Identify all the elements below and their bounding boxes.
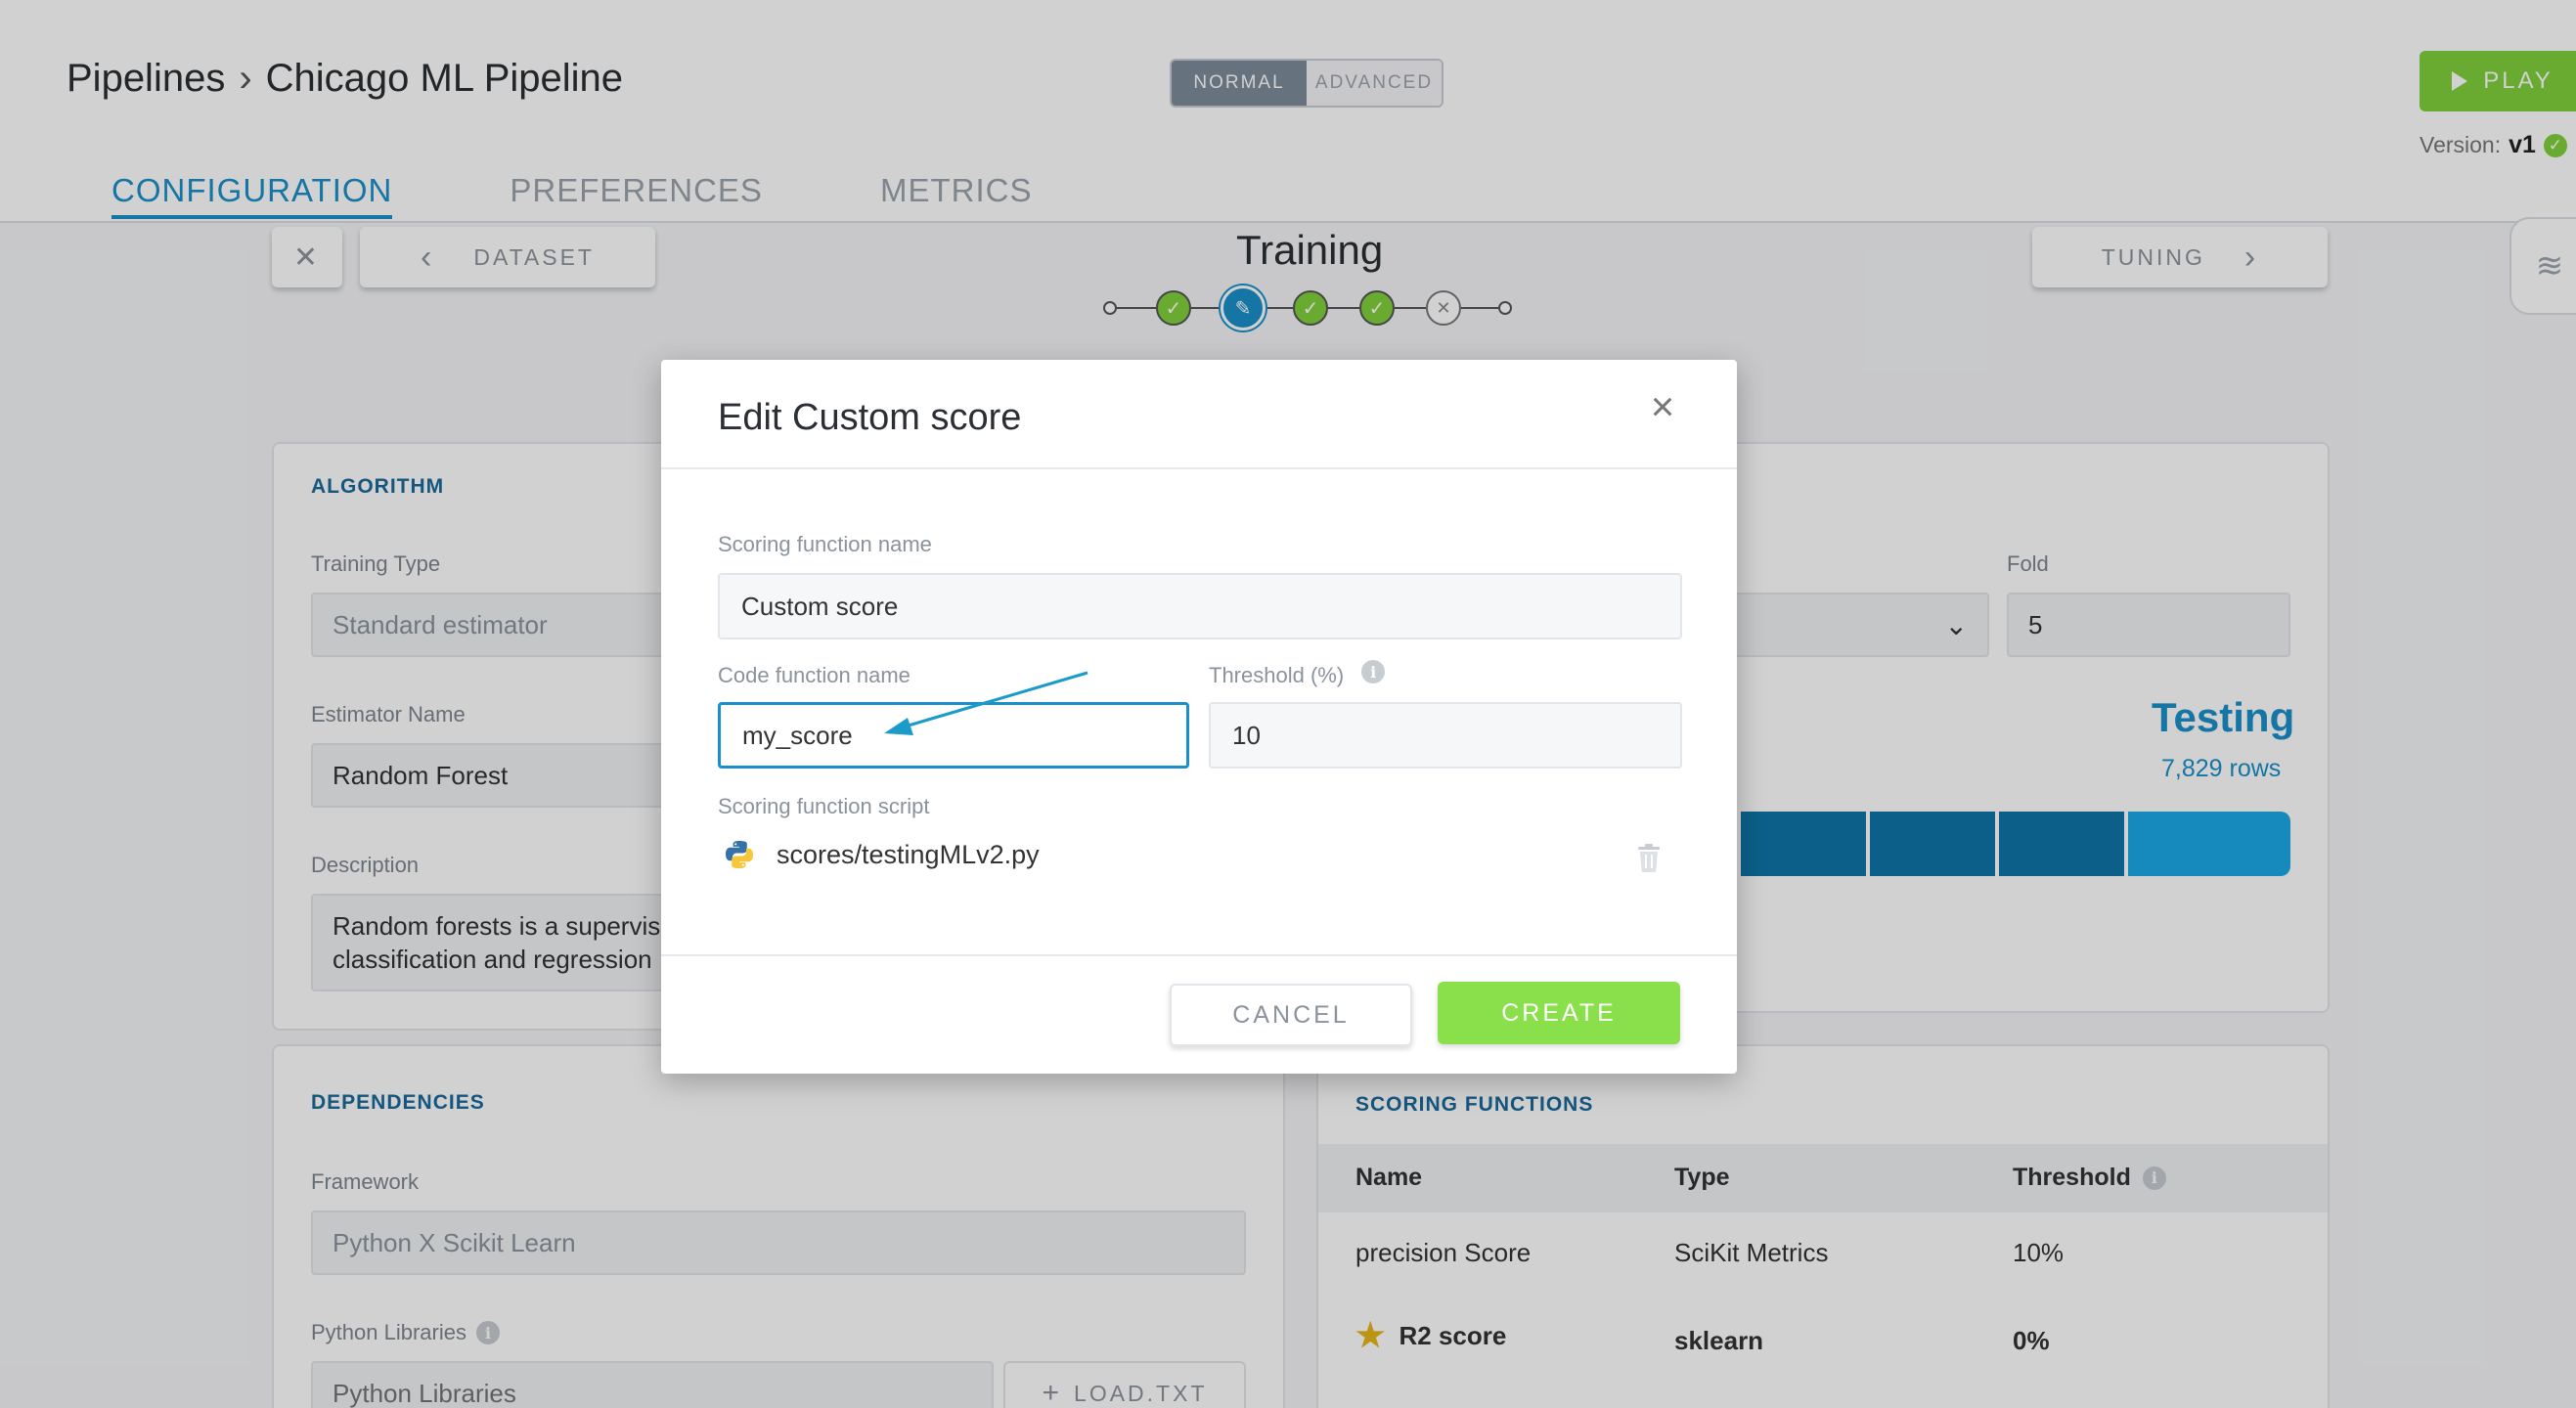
close-icon[interactable]: × [1643, 386, 1682, 427]
info-icon[interactable]: i [1361, 660, 1386, 683]
scoring-function-name-input[interactable]: Custom score [718, 573, 1682, 639]
script-path[interactable]: scores/testingMLv2.py [777, 840, 1040, 870]
divider [661, 954, 1737, 956]
trash-icon[interactable] [1637, 843, 1661, 872]
code-function-name-input[interactable]: my_score [718, 702, 1189, 769]
create-button[interactable]: CREATE [1438, 982, 1680, 1044]
scoring-function-name-label: Scoring function name [718, 532, 932, 556]
cancel-button[interactable]: CANCEL [1170, 984, 1412, 1046]
threshold-input[interactable]: 10 [1209, 702, 1682, 769]
script-file-row: scores/testingMLv2.py [724, 839, 1040, 870]
python-icon [726, 841, 753, 868]
edit-custom-score-dialog: Edit Custom score × Scoring function nam… [661, 360, 1737, 1074]
dialog-title: Edit Custom score [718, 397, 1022, 438]
divider [661, 467, 1737, 469]
scoring-function-script-label: Scoring function script [718, 794, 930, 818]
threshold-label: Threshold (%) [1209, 663, 1345, 687]
threshold-label-row: Threshold (%) i [1209, 660, 1386, 688]
code-function-name-label: Code function name [718, 663, 910, 687]
